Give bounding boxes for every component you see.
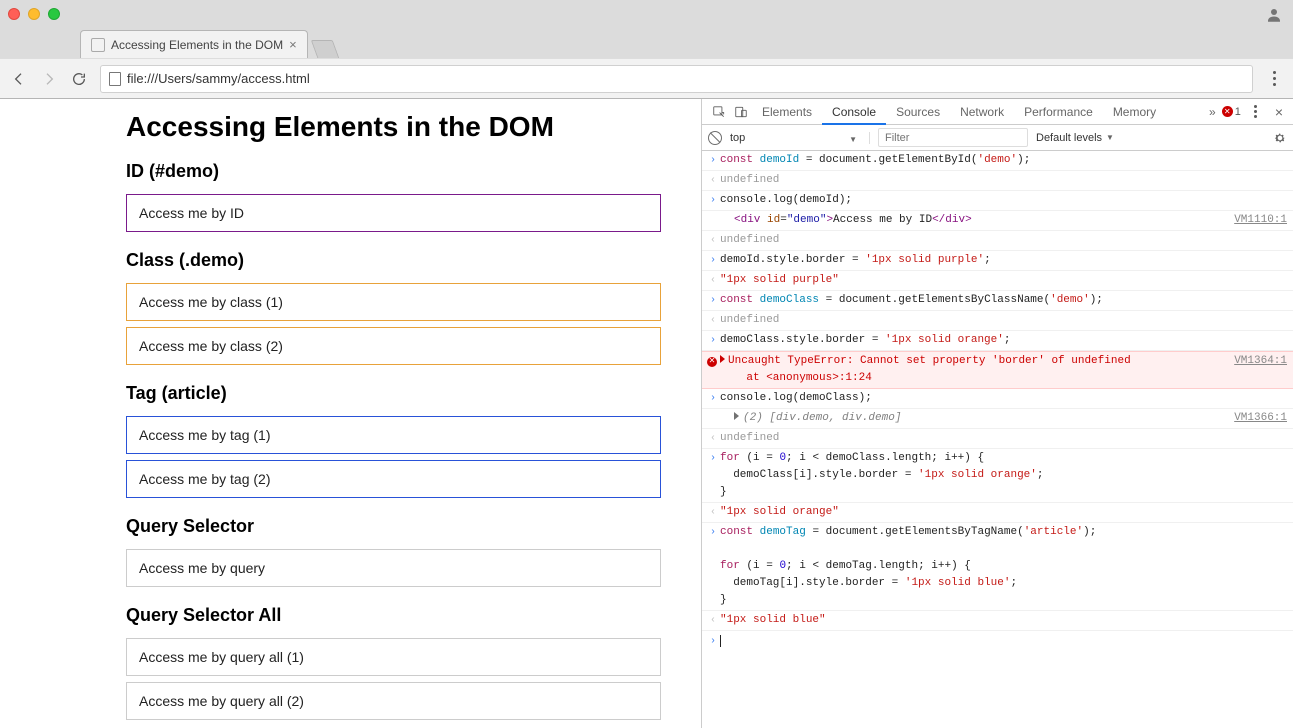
error-count: 1 [1235,106,1241,118]
console-toolbar: top Default levels [702,125,1293,151]
console-row-input: ›demoId.style.border = '1px solid purple… [702,251,1293,271]
source-link[interactable]: VM1366:1 [1234,410,1287,427]
demo-id-box: Access me by ID [126,194,661,232]
log-levels-selector[interactable]: Default levels [1036,132,1114,144]
console-row-error: ✕Uncaught TypeError: Cannot set property… [702,351,1293,389]
minimize-window-button[interactable] [28,8,40,20]
page-title: Accessing Elements in the DOM [126,111,661,143]
console-row-log: <div id="demo">Access me by ID</div>VM11… [702,211,1293,231]
demo-query-box: Access me by query [126,549,661,587]
console-row-output: ‹undefined [702,311,1293,331]
error-dot-icon: ✕ [1222,106,1233,117]
console-output[interactable]: ›const demoId = document.getElementById(… [702,151,1293,728]
console-prompt[interactable]: › [702,631,1293,652]
console-row-input: ›const demoTag = document.getElementsByT… [702,523,1293,611]
tab-network[interactable]: Network [950,99,1014,125]
tab-sources[interactable]: Sources [886,99,950,125]
console-row-log: (2) [div.demo, div.demo]VM1366:1 [702,409,1293,429]
device-toggle-icon[interactable] [730,101,752,123]
demo-tag-box: Access me by tag (1) [126,416,661,454]
console-row-output: ‹"1px solid purple" [702,271,1293,291]
devtools-tabbar: Elements Console Sources Network Perform… [702,99,1293,125]
close-window-button[interactable] [8,8,20,20]
forward-button[interactable] [40,70,58,88]
console-row-output: ‹"1px solid blue" [702,611,1293,631]
inspect-icon[interactable] [708,101,730,123]
tab-performance[interactable]: Performance [1014,99,1103,125]
tab-close-icon[interactable]: × [289,37,297,52]
maximize-window-button[interactable] [48,8,60,20]
console-row-output: ‹"1px solid orange" [702,503,1293,523]
console-row-input: ›const demoId = document.getElementById(… [702,151,1293,171]
more-tabs-icon[interactable]: » [1209,105,1216,119]
console-row-input: ›const demoClass = document.getElementsB… [702,291,1293,311]
file-icon [109,72,121,86]
back-button[interactable] [10,70,28,88]
console-row-input: ›demoClass.style.border = '1px solid ora… [702,331,1293,351]
levels-label: Default levels [1036,132,1102,144]
demo-tag-box: Access me by tag (2) [126,460,661,498]
filter-input[interactable] [878,128,1028,147]
error-count-badge[interactable]: ✕ 1 [1222,106,1241,118]
console-row-input: ›console.log(demoClass); [702,389,1293,409]
section-heading-tag: Tag (article) [126,383,661,404]
console-row-output: ‹undefined [702,231,1293,251]
url-text: file:///Users/sammy/access.html [127,71,310,86]
tab-console[interactable]: Console [822,99,886,125]
toolbar: file:///Users/sammy/access.html [0,58,1293,98]
section-heading-queryall: Query Selector All [126,605,661,626]
devtools-close-button[interactable]: × [1271,104,1287,120]
console-row-input: ›console.log(demoId); [702,191,1293,211]
demo-class-box: Access me by class (2) [126,327,661,365]
demo-queryall-box: Access me by query all (1) [126,638,661,676]
section-heading-class: Class (.demo) [126,250,661,271]
browser-tab[interactable]: Accessing Elements in the DOM × [80,30,308,58]
console-row-input: ›for (i = 0; i < demoClass.length; i++) … [702,449,1293,503]
source-link[interactable]: VM1110:1 [1234,212,1287,229]
tab-title: Accessing Elements in the DOM [111,38,283,52]
profile-icon[interactable] [1265,6,1283,24]
tab-memory[interactable]: Memory [1103,99,1166,125]
section-heading-query: Query Selector [126,516,661,537]
devtools-menu-button[interactable] [1247,105,1265,118]
clear-console-icon[interactable] [708,131,722,145]
section-heading-id: ID (#demo) [126,161,661,182]
devtools-panel: Elements Console Sources Network Perform… [701,99,1293,728]
browser-menu-button[interactable] [1265,71,1283,86]
demo-class-box: Access me by class (1) [126,283,661,321]
console-row-output: ‹undefined [702,429,1293,449]
page-content: Accessing Elements in the DOM ID (#demo)… [0,99,701,728]
context-value: top [730,132,745,144]
viewport: Accessing Elements in the DOM ID (#demo)… [0,99,1293,728]
demo-queryall-box: Access me by query all (2) [126,682,661,720]
source-link[interactable]: VM1364:1 [1234,353,1287,370]
window-controls [8,8,60,20]
new-tab-button[interactable] [310,40,339,58]
address-bar[interactable]: file:///Users/sammy/access.html [100,65,1253,93]
console-row-output: ‹undefined [702,171,1293,191]
context-selector[interactable]: top [730,132,870,144]
browser-chrome: Accessing Elements in the DOM × file:///… [0,0,1293,99]
favicon-icon [91,38,105,52]
tab-bar: Accessing Elements in the DOM × [0,28,1293,58]
reload-button[interactable] [70,70,88,88]
settings-icon[interactable] [1273,131,1287,145]
tab-elements[interactable]: Elements [752,99,822,125]
titlebar [0,0,1293,28]
